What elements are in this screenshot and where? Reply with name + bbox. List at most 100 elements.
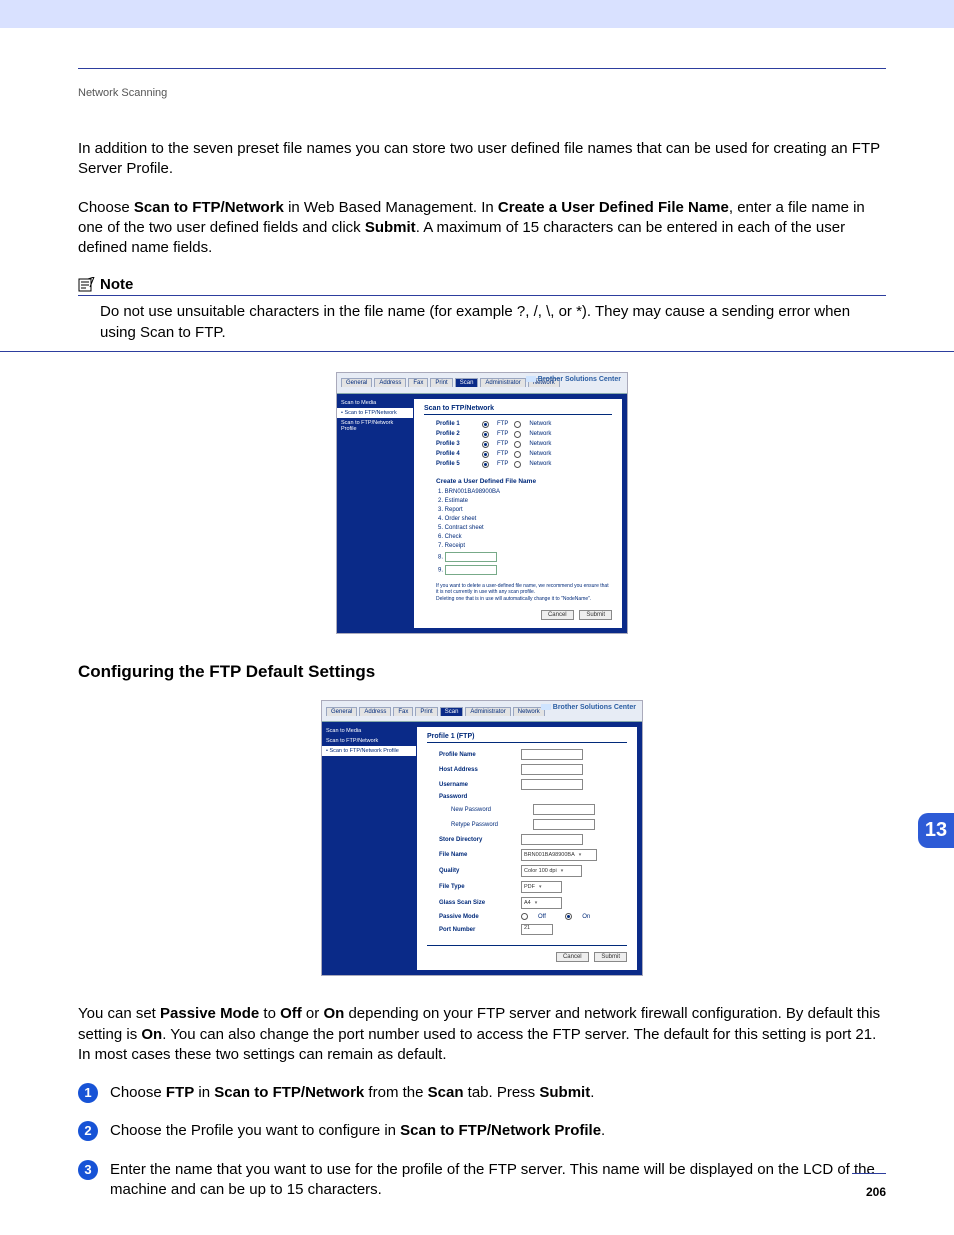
tab-address[interactable]: Address: [359, 707, 391, 716]
paragraph-intro-2: Choose Scan to FTP/Network in Web Based …: [78, 198, 886, 259]
profile-label: Profile 2: [436, 431, 476, 437]
tab-scan[interactable]: Scan: [455, 378, 479, 387]
bold-term: Scan to FTP/Network: [214, 1084, 364, 1101]
radio-network[interactable]: [514, 431, 521, 438]
sidebar-item-scan-to-media[interactable]: Scan to Media: [322, 726, 416, 736]
tab-general[interactable]: General: [326, 707, 357, 716]
panel-title: Profile 1 (FTP): [427, 733, 627, 743]
quality-select[interactable]: Color 100 dpi: [521, 865, 582, 877]
file-name-item: 3. Report: [438, 507, 612, 513]
retype-password-input[interactable]: [533, 819, 595, 830]
field-label: Store Directory: [439, 837, 513, 843]
field-label: New Password: [451, 807, 525, 813]
cancel-button[interactable]: Cancel: [541, 610, 574, 620]
radio-ftp[interactable]: [482, 451, 489, 458]
radio-ftp[interactable]: [482, 461, 489, 468]
store-directory-input[interactable]: [521, 834, 583, 845]
field-label: Quality: [439, 868, 513, 874]
tab-fax[interactable]: Fax: [408, 378, 428, 387]
user-filename-input-2[interactable]: [445, 565, 497, 575]
field-label: Password: [439, 794, 513, 800]
text: You can set: [78, 1005, 160, 1022]
radio-label: Network: [529, 441, 551, 447]
text: in Web Based Management. In: [284, 199, 498, 216]
tab-general[interactable]: General: [341, 378, 372, 387]
radio-label: On: [582, 914, 590, 920]
field-label: Profile Name: [439, 752, 513, 758]
sidebar-item-scan-to-media[interactable]: Scan to Media: [337, 398, 413, 408]
radio-network[interactable]: [514, 451, 521, 458]
profile-name-input[interactable]: [521, 749, 583, 760]
radio-label: Network: [529, 451, 551, 457]
radio-network[interactable]: [514, 441, 521, 448]
tab-fax[interactable]: Fax: [393, 707, 413, 716]
text: .: [590, 1084, 594, 1101]
file-name-user-input: 9.: [438, 565, 612, 575]
screenshot-profile-1-ftp: General Address Fax Print Scan Administr…: [321, 700, 643, 976]
heading-configuring-ftp-default: Configuring the FTP Default Settings: [78, 662, 886, 682]
profile-label: Profile 5: [436, 461, 476, 467]
passive-on-radio[interactable]: [565, 913, 572, 920]
port-number-input[interactable]: 21: [521, 924, 553, 935]
host-address-input[interactable]: [521, 764, 583, 775]
bold-term: Scan to FTP/Network Profile: [400, 1122, 601, 1139]
tab-scan[interactable]: Scan: [440, 707, 464, 716]
sidebar-item-scan-to-ftp-network-profile[interactable]: Scan to FTP/Network Profile: [337, 418, 413, 434]
new-password-input[interactable]: [533, 804, 595, 815]
radio-label: Off: [538, 914, 546, 920]
file-name-item: 4. Order sheet: [438, 516, 612, 522]
text: Choose the Profile you want to configure…: [110, 1122, 400, 1139]
bold-term: Submit: [365, 219, 416, 236]
radio-ftp[interactable]: [482, 441, 489, 448]
tab-administrator[interactable]: Administrator: [465, 707, 510, 716]
user-filename-input-1[interactable]: [445, 552, 497, 562]
step-3: Enter the name that you want to use for …: [78, 1160, 886, 1201]
sidebar-item-scan-to-ftp-network[interactable]: Scan to FTP/Network: [322, 736, 416, 746]
tab-administrator[interactable]: Administrator: [480, 378, 525, 387]
text: or: [302, 1005, 324, 1022]
radio-label: FTP: [497, 421, 508, 427]
passive-off-radio[interactable]: [521, 913, 528, 920]
file-name-item: 1. BRN001BA98900BA: [438, 489, 612, 495]
file-name-select[interactable]: BRN001BA98900BA: [521, 849, 597, 861]
submit-button[interactable]: Submit: [579, 610, 612, 620]
radio-ftp[interactable]: [482, 421, 489, 428]
tab-address[interactable]: Address: [374, 378, 406, 387]
username-input[interactable]: [521, 779, 583, 790]
radio-label: FTP: [497, 451, 508, 457]
brand-logo: Brother Solutions Center: [541, 704, 636, 711]
tab-print[interactable]: Print: [430, 378, 452, 387]
text: in: [194, 1084, 214, 1101]
tab-print[interactable]: Print: [415, 707, 437, 716]
field-label: Port Number: [439, 927, 513, 933]
brand-logo: Brother Solutions Center: [526, 376, 621, 383]
radio-label: Network: [529, 461, 551, 467]
glass-scan-size-select[interactable]: A4: [521, 897, 562, 909]
text: Choose: [110, 1084, 166, 1101]
sidebar-item-scan-to-ftp-network-profile[interactable]: • Scan to FTP/Network Profile: [322, 746, 416, 756]
sidebar-item-scan-to-ftp-network[interactable]: • Scan to FTP/Network: [337, 408, 413, 418]
field-label: File Name: [439, 852, 513, 858]
screenshot-scan-to-ftp-network: General Address Fax Print Scan Administr…: [336, 372, 628, 635]
radio-label: Network: [529, 421, 551, 427]
note-label: Note: [100, 276, 133, 293]
radio-label: FTP: [497, 441, 508, 447]
profile-label: Profile 3: [436, 441, 476, 447]
bold-term: On: [141, 1026, 162, 1043]
radio-ftp[interactable]: [482, 431, 489, 438]
field-label: Glass Scan Size: [439, 900, 513, 906]
paragraph-intro-1: In addition to the seven preset file nam…: [78, 139, 886, 180]
text: Enter the name that you want to use for …: [110, 1161, 875, 1198]
radio-network[interactable]: [514, 461, 521, 468]
bold-term: On: [323, 1005, 344, 1022]
submit-button[interactable]: Submit: [594, 952, 627, 962]
file-type-select[interactable]: PDF: [521, 881, 562, 893]
radio-network[interactable]: [514, 421, 521, 428]
file-name-item: 5. Contract sheet: [438, 525, 612, 531]
step-2: Choose the Profile you want to configure…: [78, 1121, 886, 1141]
bold-term: Off: [280, 1005, 302, 1022]
field-label: Username: [439, 782, 513, 788]
panel-title: Scan to FTP/Network: [424, 405, 612, 415]
cancel-button[interactable]: Cancel: [556, 952, 589, 962]
field-label: Host Address: [439, 767, 513, 773]
